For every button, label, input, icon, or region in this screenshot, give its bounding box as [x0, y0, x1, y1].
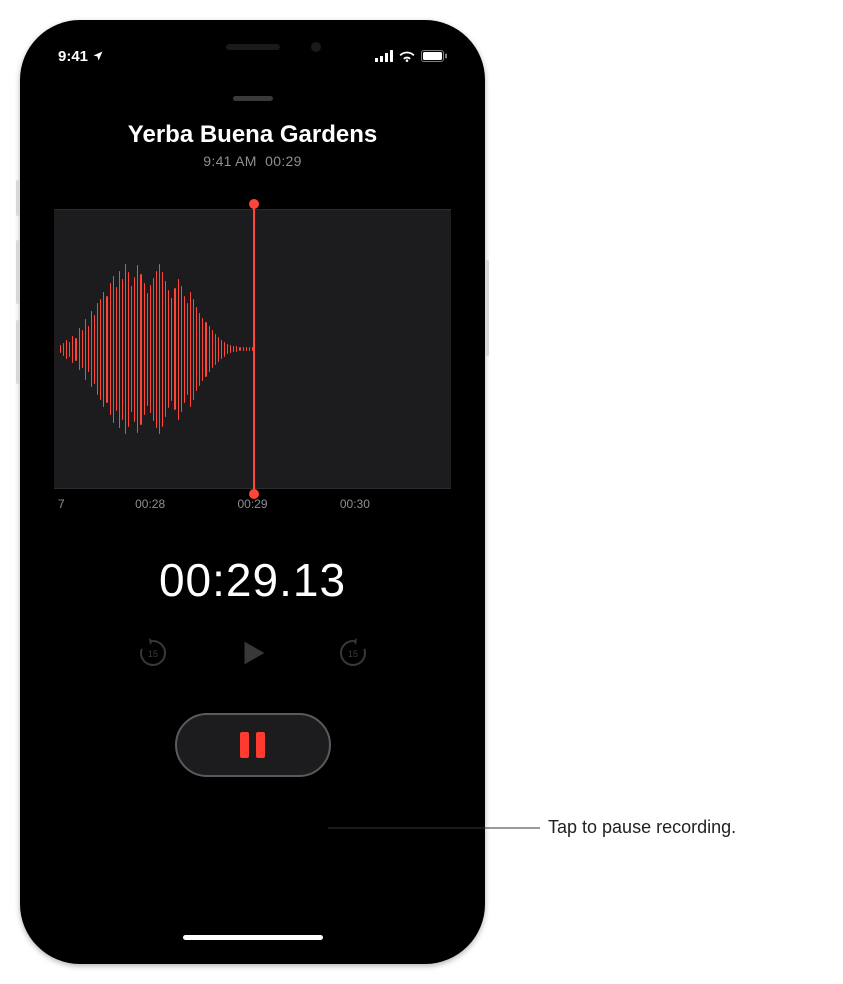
rewind-15-button: 15 [131, 631, 175, 675]
svg-text:15: 15 [147, 649, 157, 659]
front-camera [311, 42, 321, 52]
recording-title[interactable]: Yerba Buena Gardens [54, 121, 451, 149]
location-arrow-icon [92, 50, 104, 62]
battery-icon [421, 50, 447, 62]
timeline-tick: 00:29 [201, 497, 303, 511]
status-time: 9:41 [58, 48, 88, 65]
phone-mute-switch [16, 180, 20, 216]
recording-time-label: 9:41 AM [203, 153, 256, 169]
playhead[interactable] [253, 204, 255, 494]
screen: 9:41 Yerba Buena Gardens 9:41 AM 00:29 [34, 34, 471, 950]
elapsed-timer: 00:29.13 [54, 553, 451, 607]
timeline-tick: 00:30 [304, 497, 406, 511]
timeline-tick: 7 [58, 497, 99, 511]
wifi-icon [399, 50, 415, 62]
svg-text:15: 15 [347, 649, 357, 659]
recording-sheet: Yerba Buena Gardens 9:41 AM 00:29 7 00:2… [34, 78, 471, 950]
phone-volume-up [16, 240, 20, 304]
pause-recording-button[interactable] [175, 713, 331, 777]
timeline-tick: 00:28 [99, 497, 201, 511]
phone-power-button [485, 260, 489, 356]
cellular-signal-icon [375, 50, 393, 62]
waveform-bars [54, 259, 253, 439]
forward-15-button: 15 [331, 631, 375, 675]
pause-icon [240, 732, 265, 758]
recording-duration-short: 00:29 [265, 153, 302, 169]
phone-frame: 9:41 Yerba Buena Gardens 9:41 AM 00:29 [20, 20, 485, 964]
play-button [231, 631, 275, 675]
recording-subtitle: 9:41 AM 00:29 [54, 153, 451, 169]
callout-label: Tap to pause recording. [548, 817, 736, 838]
timeline-tick [406, 497, 447, 511]
home-indicator[interactable] [183, 935, 323, 940]
waveform-area[interactable] [54, 209, 451, 489]
phone-volume-down [16, 320, 20, 384]
notch [153, 34, 353, 64]
transport-controls: 15 15 [54, 631, 451, 675]
sheet-grabber[interactable] [233, 96, 273, 101]
speaker-grille [226, 44, 280, 50]
